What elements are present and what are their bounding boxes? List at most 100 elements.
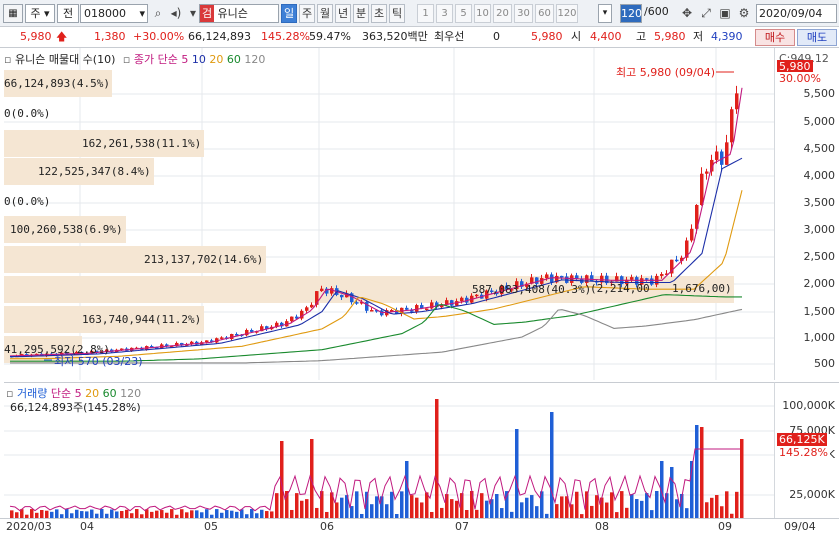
price-tick-label: 1,500 (803, 305, 836, 318)
volume-bar (520, 502, 524, 519)
save-icon[interactable]: ▣ (716, 4, 734, 23)
period-tab-4[interactable]: 분 (353, 4, 369, 23)
volume-bar (515, 429, 519, 519)
price-tick-label: 5,500 (803, 87, 836, 100)
price-panel[interactable]: ▫ 유니슨 매물대 수(10) ▫ 종가 단순 5 10 20 60 120 6… (4, 48, 774, 380)
chevron-down-icon: ▾ (139, 7, 145, 20)
search-icon[interactable]: ⌕ (149, 4, 167, 23)
volume-profile-label: 213,137,702(14.6%) (144, 253, 264, 266)
volume-bar (335, 502, 339, 519)
candle-body (320, 288, 324, 292)
candle-body (630, 277, 634, 280)
stock-name: 유니슨 (217, 7, 248, 20)
volume-bar (405, 461, 409, 519)
interval-button-2[interactable]: 5 (455, 4, 472, 23)
candle-body (415, 305, 419, 312)
sell-button[interactable]: 매도 (797, 29, 837, 46)
candle-body (460, 297, 464, 302)
price-tick-label: 2,500 (803, 250, 836, 263)
period-tab-2[interactable]: 월 (317, 4, 333, 23)
volume-tick-label: 25,000K (789, 488, 835, 501)
candle-body (590, 275, 594, 282)
speaker-icon[interactable]: ◂) (167, 4, 185, 23)
volume-bar (530, 495, 534, 519)
interval-button-6[interactable]: 60 (535, 4, 554, 23)
interval-button-3[interactable]: 10 (474, 4, 491, 23)
x-tick-label: 2020/03 (6, 520, 52, 533)
dropdown-button[interactable]: ▾ (598, 4, 612, 23)
x-tick-label: 05 (204, 520, 218, 533)
date-input[interactable]: 2020/09/04 (756, 4, 837, 23)
price-tick-label: 2,000 (803, 277, 836, 290)
volume-profile-label: 162,261,538(11.1%) (82, 137, 202, 150)
market-select[interactable]: 주 ▾ (25, 4, 55, 23)
volume-bar (380, 496, 384, 519)
period-tab-3[interactable]: 년 (335, 4, 351, 23)
volume-bar (355, 491, 359, 519)
volume-bar (425, 492, 429, 519)
period-tab-5[interactable]: 초 (371, 4, 387, 23)
band-marker-high: 1,676,00) (672, 282, 732, 295)
quote-change: 1,380 (94, 30, 126, 43)
volume-axis: 100,000K75,000K50,000K25,000K 66,125K 14… (774, 382, 839, 518)
volume-bar (455, 500, 459, 519)
high-marker: 최고 5,980 (09/04) (616, 66, 716, 79)
volume-profile-label: 0(0.0%) (4, 195, 51, 208)
interval-button-1[interactable]: 3 (436, 4, 453, 23)
volume-profile-label: 66,124,893(4.5%) (4, 77, 110, 90)
volume-bar (435, 399, 439, 519)
crosshair-icon[interactable]: ✥ (678, 4, 696, 23)
candle-body (560, 275, 564, 278)
period-tab-6[interactable]: 틱 (389, 4, 405, 23)
market-select-value: 주 (30, 7, 41, 20)
price-legend-title: 유니슨 매물대 수(10) (14, 53, 116, 66)
volume-bar (655, 491, 659, 519)
prev-select[interactable]: 전 (57, 4, 79, 23)
code-value: 018000 (84, 7, 126, 20)
overlay-icon[interactable]: ⤢ (697, 4, 715, 23)
candle-body (205, 340, 209, 343)
period-tab-0[interactable]: 일 (281, 4, 297, 23)
volume-bar (645, 493, 649, 519)
interval-button-4[interactable]: 20 (493, 4, 512, 23)
stock-name-tag: 검 (200, 5, 214, 22)
candle-body (735, 93, 739, 110)
gear-icon[interactable]: ⚙ (735, 4, 753, 23)
price-tick-label: 500 (814, 357, 835, 370)
candle-body (340, 294, 344, 298)
low-marker: 최저 570 (03/23) (54, 355, 143, 368)
volume-bar (480, 493, 484, 519)
candle-body (425, 308, 429, 310)
interval-button-7[interactable]: 120 (556, 4, 578, 23)
quote-change-pct: +30.00% (133, 30, 185, 43)
candle-body (700, 173, 704, 205)
count-input[interactable]: 120 (620, 4, 642, 23)
settings-icon[interactable]: ▦ (3, 4, 23, 23)
volume-pct-badge: 145.28% (777, 446, 830, 460)
quote-low-label: 저 (693, 30, 704, 43)
code-input[interactable]: 018000 ▾ (80, 4, 148, 23)
buy-button[interactable]: 매수 (755, 29, 795, 46)
volume-bar (300, 500, 304, 519)
ma60-legend: 60 (226, 53, 241, 66)
interval-button-5[interactable]: 30 (514, 4, 533, 23)
volume-bar (560, 496, 564, 519)
interval-button-0[interactable]: 1 (417, 4, 434, 23)
volume-summary: 66,124,893주(145.28%) (10, 401, 141, 414)
volume-bar (390, 491, 394, 519)
period-tab-1[interactable]: 주 (299, 4, 315, 23)
ma10-legend: 10 (191, 53, 206, 66)
volume-bar (665, 493, 669, 519)
candle-body (725, 142, 729, 165)
count-total: /600 (644, 5, 669, 18)
stock-name-field[interactable]: 검 유니슨 (199, 4, 279, 23)
quote-open: 4,400 (590, 30, 622, 43)
quote-low: 4,390 (711, 30, 743, 43)
candle-body (570, 275, 574, 283)
volume-bar (695, 425, 699, 519)
price-tick-label: 5,000 (803, 115, 836, 128)
volume-bar (375, 496, 379, 519)
volume-bar (630, 494, 634, 519)
volume-panel[interactable]: ▫ 거래량 단순 5 20 60 120 66,124,893주(145.28%… (4, 382, 774, 519)
quote-last: 5,980 (531, 30, 563, 43)
